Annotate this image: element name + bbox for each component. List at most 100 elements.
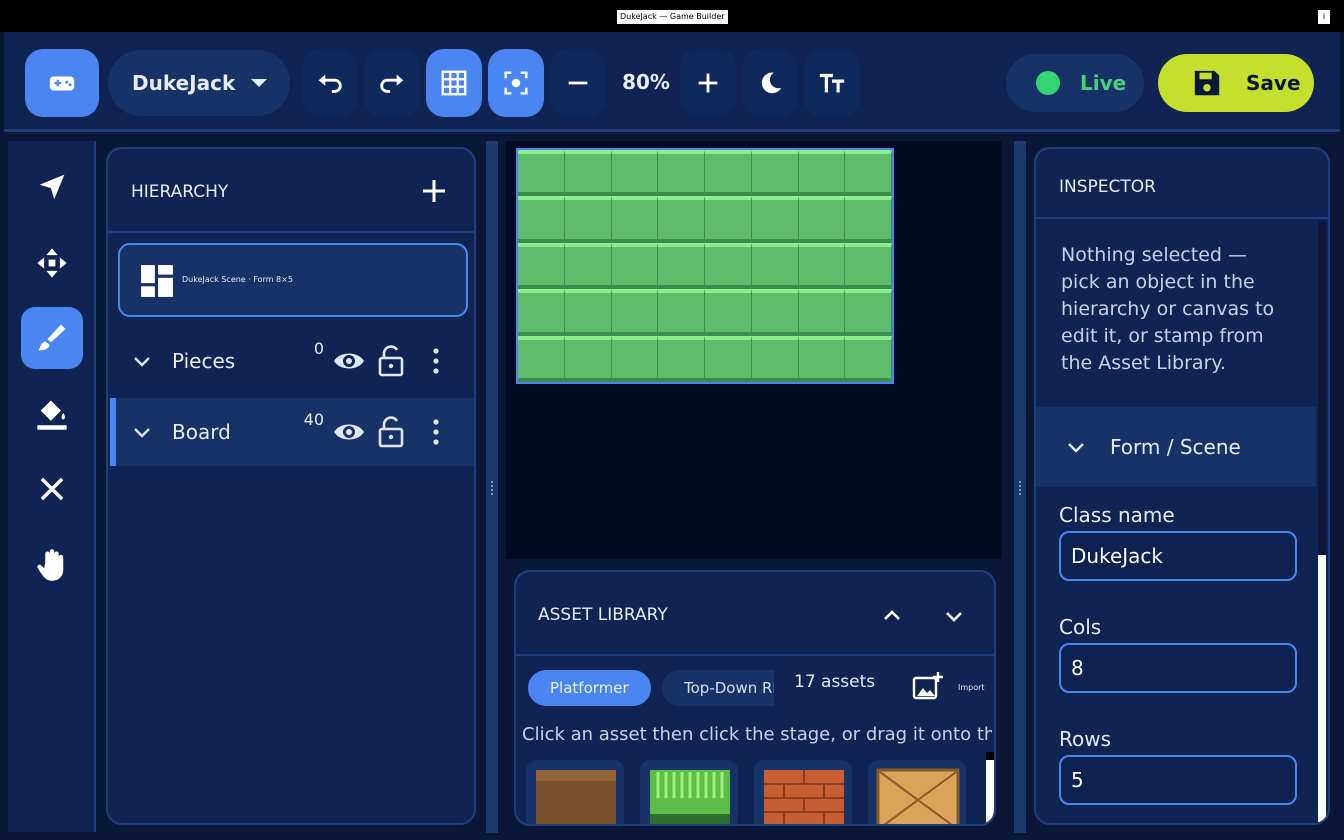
focus-icon	[504, 71, 528, 95]
unlock-icon[interactable]	[376, 343, 406, 377]
asset-brick-tile[interactable]	[754, 760, 852, 824]
eye-icon[interactable]	[332, 345, 366, 377]
board-tile[interactable]	[611, 335, 659, 382]
board-tile[interactable]	[611, 150, 659, 197]
tab-top-down-rpg[interactable]: Top-Down RPG	[662, 670, 774, 706]
live-toggle[interactable]: Live	[1006, 54, 1144, 112]
add-layer-icon[interactable]	[418, 175, 450, 207]
asset-grass-tile[interactable]	[640, 760, 738, 824]
section-form-scene[interactable]: Form / Scene	[1036, 407, 1316, 487]
board-tile[interactable]	[611, 289, 659, 336]
theme-toggle[interactable]	[742, 49, 798, 117]
tab-platformer[interactable]: Platformer	[528, 670, 651, 706]
board-tile[interactable]	[658, 150, 705, 197]
layer-row-pieces[interactable]: Pieces 0	[110, 327, 474, 395]
pan-tool[interactable]	[21, 534, 83, 596]
board-tile[interactable]	[798, 150, 846, 197]
board-tile[interactable]	[518, 242, 565, 290]
redo-button[interactable]	[364, 49, 420, 117]
grass-tile-icon	[650, 770, 730, 824]
board-tile[interactable]	[845, 242, 892, 290]
zoom-out-button[interactable]	[550, 49, 606, 117]
board-tile[interactable]	[798, 289, 846, 336]
undo-button[interactable]	[302, 49, 358, 117]
text-size-button[interactable]	[804, 49, 860, 117]
board-tile[interactable]	[798, 196, 846, 243]
chevron-down-icon[interactable]	[132, 351, 152, 371]
inspector-scrollbar[interactable]	[1318, 221, 1326, 823]
gamepad-icon[interactable]	[25, 49, 99, 117]
board-tile[interactable]	[564, 242, 612, 290]
move-tool[interactable]	[21, 232, 83, 294]
board-tile[interactable]	[518, 150, 565, 197]
asset-dirt-tile[interactable]	[526, 760, 624, 824]
grid-toggle[interactable]	[426, 49, 482, 117]
scrollbar-thumb[interactable]	[1318, 555, 1326, 823]
more-vertical-icon[interactable]	[426, 345, 446, 377]
drag-handle-icon	[1019, 481, 1021, 495]
board-tile[interactable]	[564, 335, 612, 382]
board-tile[interactable]	[798, 335, 846, 382]
zoom-in-button[interactable]	[680, 49, 736, 117]
board-tile[interactable]	[845, 289, 892, 336]
select-tool[interactable]	[21, 156, 83, 218]
eye-icon[interactable]	[332, 416, 366, 448]
unlock-icon[interactable]	[376, 414, 406, 448]
board-tile[interactable]	[751, 242, 799, 290]
chevron-down-icon[interactable]	[942, 604, 966, 628]
board-tile[interactable]	[564, 289, 612, 336]
board-tile[interactable]	[658, 289, 705, 336]
board-tile[interactable]	[705, 242, 752, 290]
info-icon[interactable]: i	[1318, 10, 1330, 24]
board-tile[interactable]	[705, 196, 752, 243]
board-tile[interactable]	[751, 150, 799, 197]
board-tile[interactable]	[518, 289, 565, 336]
board-tile[interactable]	[798, 242, 846, 290]
crate-tile-icon	[876, 768, 960, 824]
asset-crate-tile[interactable]	[868, 760, 966, 824]
save-button[interactable]: Save	[1158, 54, 1314, 112]
chevron-up-icon[interactable]	[880, 604, 904, 628]
board-tile[interactable]	[751, 335, 799, 382]
board-grid[interactable]	[516, 148, 894, 384]
board-tile[interactable]	[705, 335, 752, 382]
layer-row-board[interactable]: Board 40	[110, 398, 474, 466]
asset-library-header: ASSET LIBRARY	[516, 572, 994, 656]
board-tile[interactable]	[611, 242, 659, 290]
brush-tool[interactable]	[21, 307, 83, 369]
splitter-right[interactable]	[1014, 141, 1026, 833]
board-tile[interactable]	[658, 335, 705, 382]
board-tile[interactable]	[564, 196, 612, 243]
class-name-input[interactable]	[1059, 531, 1297, 581]
image-add-icon[interactable]	[912, 670, 944, 702]
board-tile[interactable]	[705, 150, 752, 197]
focus-toggle[interactable]	[488, 49, 544, 117]
board-tile[interactable]	[658, 242, 705, 290]
board-tile[interactable]	[751, 289, 799, 336]
rows-input[interactable]	[1059, 755, 1297, 805]
stage-canvas[interactable]	[506, 141, 1002, 559]
import-label[interactable]: Import	[958, 683, 985, 692]
project-selector[interactable]: DukeJack	[108, 50, 290, 116]
live-status-dot	[1036, 71, 1060, 95]
splitter-left[interactable]	[486, 141, 498, 833]
board-tile[interactable]	[751, 196, 799, 243]
scene-item[interactable]: DukeJack Scene · Form 8×5	[118, 243, 468, 317]
redo-icon	[380, 74, 404, 93]
board-tile[interactable]	[518, 335, 565, 382]
board-tile[interactable]	[518, 196, 565, 243]
board-tile[interactable]	[611, 196, 659, 243]
cols-input[interactable]	[1059, 643, 1297, 693]
board-tile[interactable]	[845, 335, 892, 382]
text-size-icon	[819, 73, 845, 93]
more-vertical-icon[interactable]	[426, 416, 446, 448]
board-tile[interactable]	[845, 196, 892, 243]
board-tile[interactable]	[845, 150, 892, 197]
board-tile[interactable]	[705, 289, 752, 336]
asset-scrollbar[interactable]	[986, 752, 994, 824]
board-tile[interactable]	[658, 196, 705, 243]
fill-tool[interactable]	[21, 383, 83, 445]
board-tile[interactable]	[564, 150, 612, 197]
erase-tool[interactable]	[21, 458, 83, 520]
chevron-down-icon[interactable]	[132, 422, 152, 442]
